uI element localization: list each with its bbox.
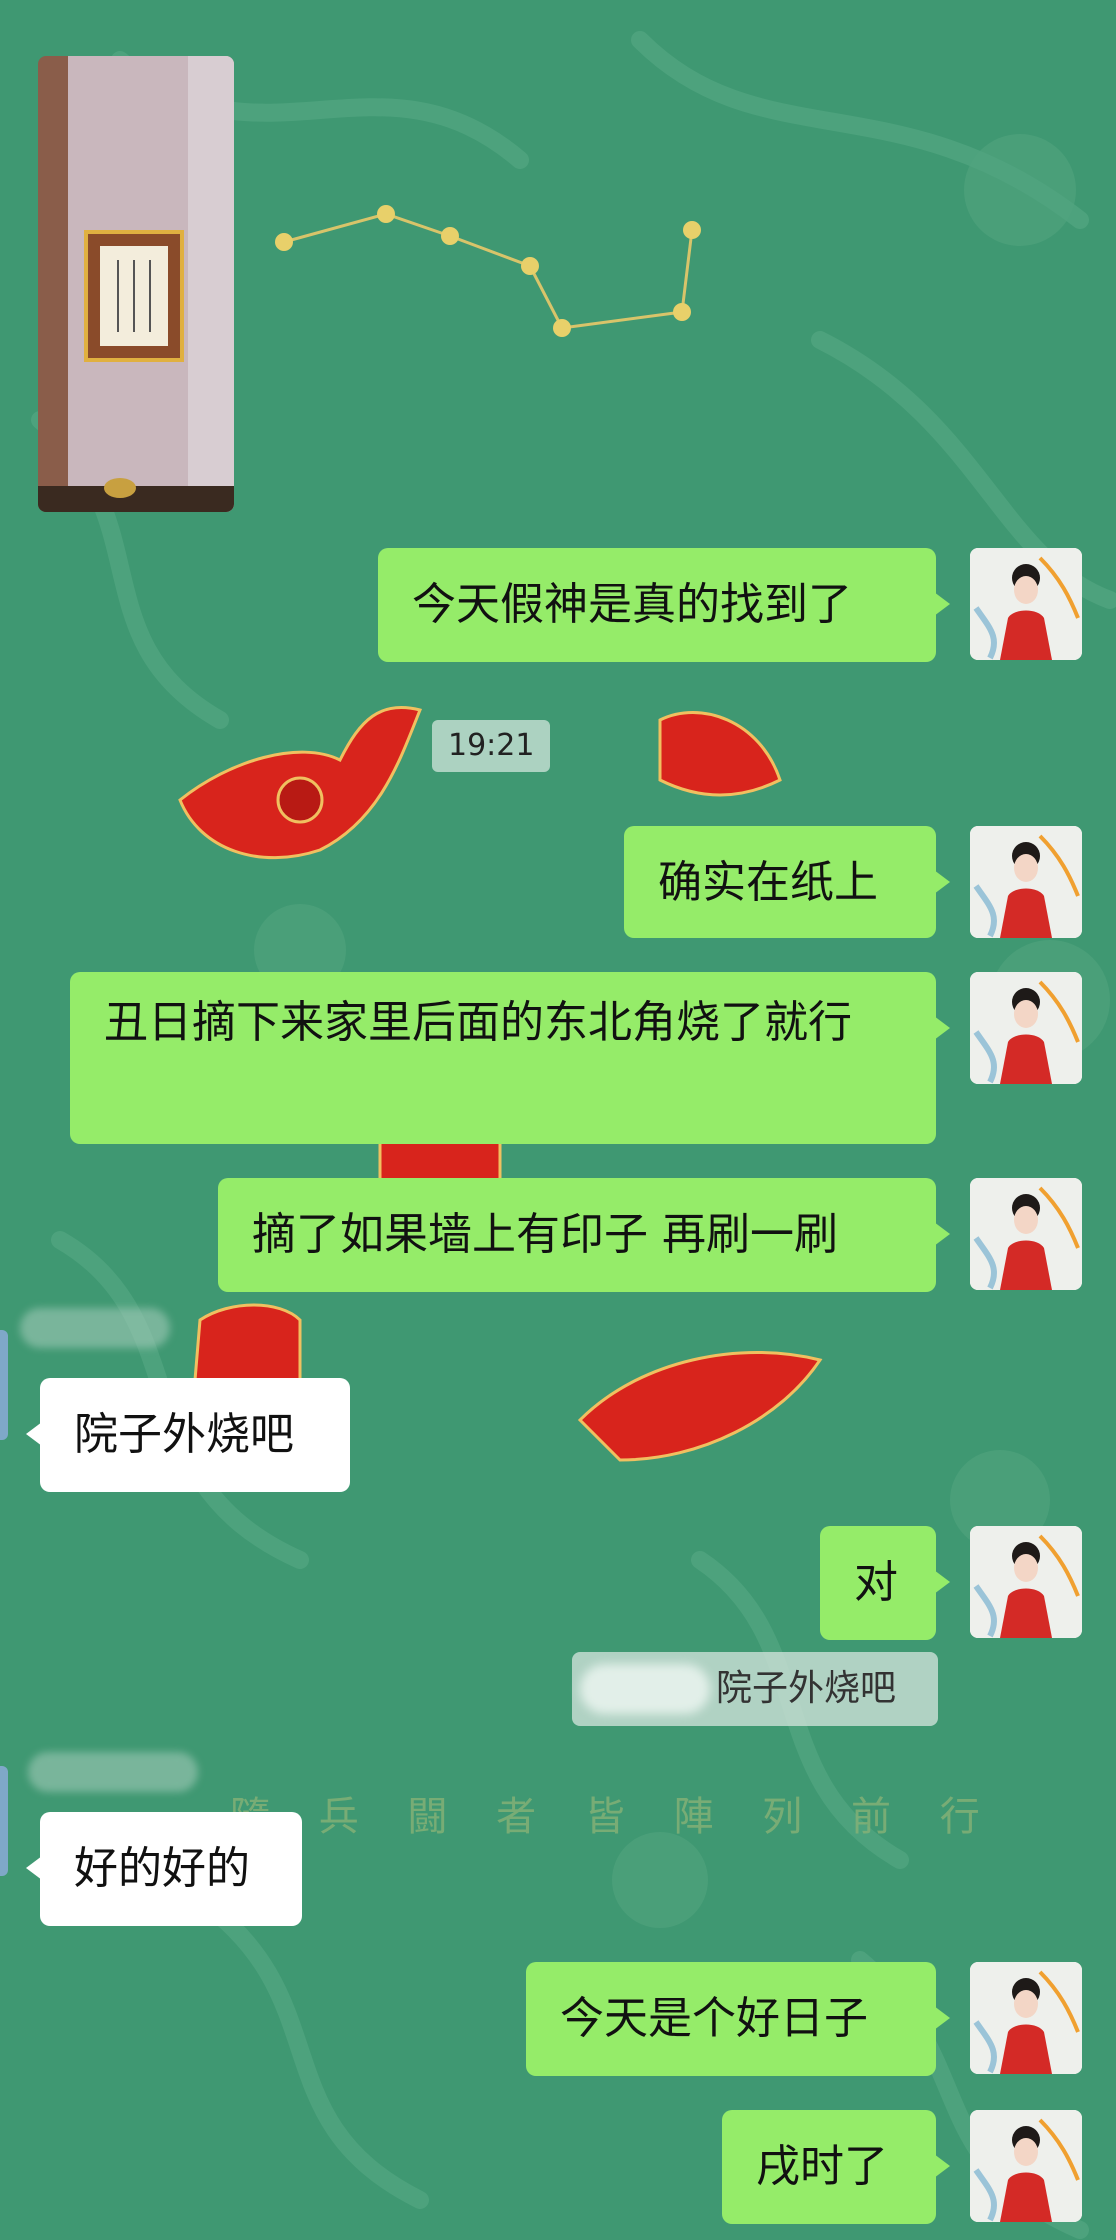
avatar-image bbox=[970, 1962, 1082, 2074]
outgoing-message[interactable]: 丑日摘下来家里后面的东北角烧了就行 bbox=[70, 972, 950, 1144]
own-avatar[interactable] bbox=[970, 1526, 1082, 1638]
incoming-message[interactable]: 好的好的 bbox=[26, 1812, 302, 1926]
message-text: 好的好的 bbox=[74, 1843, 250, 1894]
message-text: 确实在纸上 bbox=[658, 857, 878, 908]
photo-message[interactable] bbox=[38, 56, 234, 512]
outgoing-message[interactable]: 戌时了 bbox=[722, 2110, 950, 2224]
quoted-reply[interactable]: 院子外烧吧 bbox=[572, 1652, 938, 1726]
message-text: 摘了如果墙上有印子 再刷一刷 bbox=[252, 1209, 838, 1260]
avatar-image bbox=[970, 548, 1082, 660]
background-calligraphy: 隨 兵 闘 者 皆 陣 列 前 行 bbox=[230, 1794, 998, 1840]
quoted-sender-blurred bbox=[580, 1664, 710, 1714]
avatar-image bbox=[970, 972, 1082, 1084]
own-avatar[interactable] bbox=[970, 972, 1082, 1084]
outgoing-message[interactable]: 今天假神是真的找到了 bbox=[378, 548, 950, 662]
own-avatar[interactable] bbox=[970, 2110, 1082, 2222]
avatar-image bbox=[970, 1526, 1082, 1638]
photo-image bbox=[38, 56, 234, 512]
other-avatar[interactable] bbox=[0, 1330, 8, 1440]
avatar-image bbox=[970, 2110, 1082, 2222]
message-text: 丑日摘下来家里后面的东北角烧了就行 bbox=[104, 997, 852, 1048]
outgoing-message[interactable]: 今天是个好日子 bbox=[526, 1962, 950, 2076]
avatar-image bbox=[970, 826, 1082, 938]
message-text: 戌时了 bbox=[756, 2141, 888, 2192]
message-text: 今天假神是真的找到了 bbox=[412, 579, 852, 630]
message-text: 院子外烧吧 bbox=[74, 1409, 294, 1460]
sender-name-blurred bbox=[28, 1752, 198, 1792]
quoted-text: 院子外烧吧 bbox=[716, 1668, 897, 1709]
outgoing-message[interactable]: 确实在纸上 bbox=[624, 826, 950, 938]
sender-name-blurred bbox=[20, 1308, 170, 1348]
other-avatar[interactable] bbox=[0, 1766, 8, 1876]
timestamp: 19:21 bbox=[432, 720, 551, 772]
outgoing-message[interactable]: 对 bbox=[820, 1526, 950, 1640]
own-avatar[interactable] bbox=[970, 1178, 1082, 1290]
message-text: 今天是个好日子 bbox=[560, 1993, 868, 2044]
own-avatar[interactable] bbox=[970, 826, 1082, 938]
message-text: 对 bbox=[854, 1557, 898, 1608]
incoming-message[interactable]: 院子外烧吧 bbox=[26, 1378, 350, 1492]
own-avatar[interactable] bbox=[970, 548, 1082, 660]
outgoing-message[interactable]: 摘了如果墙上有印子 再刷一刷 bbox=[218, 1178, 950, 1292]
own-avatar[interactable] bbox=[970, 1962, 1082, 2074]
avatar-image bbox=[970, 1178, 1082, 1290]
